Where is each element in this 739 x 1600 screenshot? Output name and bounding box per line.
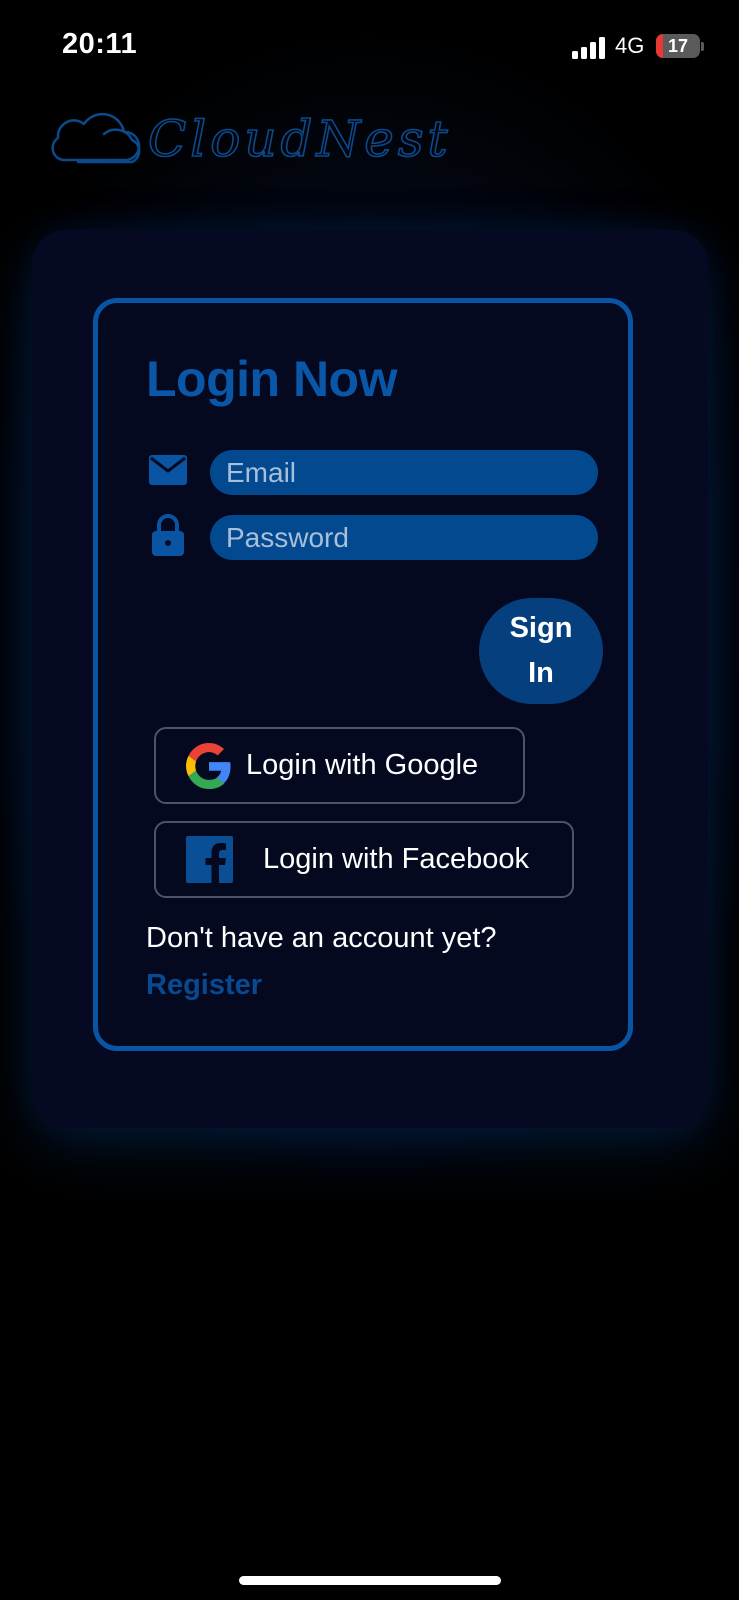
home-indicator[interactable] [239,1576,501,1585]
login-facebook-button[interactable]: Login with Facebook [154,821,574,898]
mail-icon [148,454,188,486]
signal-strength-icon [572,35,606,59]
battery-icon: 17 [656,34,700,58]
login-google-label: Login with Google [246,749,479,781]
brand-logo: CloudNest [44,98,464,182]
status-bar: 20:11 4G 17 [0,0,739,92]
google-logo-icon [186,742,232,789]
brand-name: CloudNest [148,110,452,168]
battery-level: 17 [667,36,689,56]
email-field[interactable] [210,450,598,495]
login-title: Login Now [146,351,398,407]
password-field[interactable] [210,515,598,560]
sign-in-button[interactable]: Sign In [479,598,603,704]
login-google-button[interactable]: Login with Google [154,727,525,804]
cloud-icon [51,112,141,164]
lock-icon [150,513,186,557]
status-time: 20:11 [62,28,138,60]
sign-in-label: Sign In [509,612,573,689]
login-facebook-label: Login with Facebook [263,843,529,875]
facebook-logo-icon [186,836,233,883]
no-account-text: Don't have an account yet? [146,922,497,954]
register-link[interactable]: Register [146,969,262,1002]
network-type: 4G [615,33,645,58]
